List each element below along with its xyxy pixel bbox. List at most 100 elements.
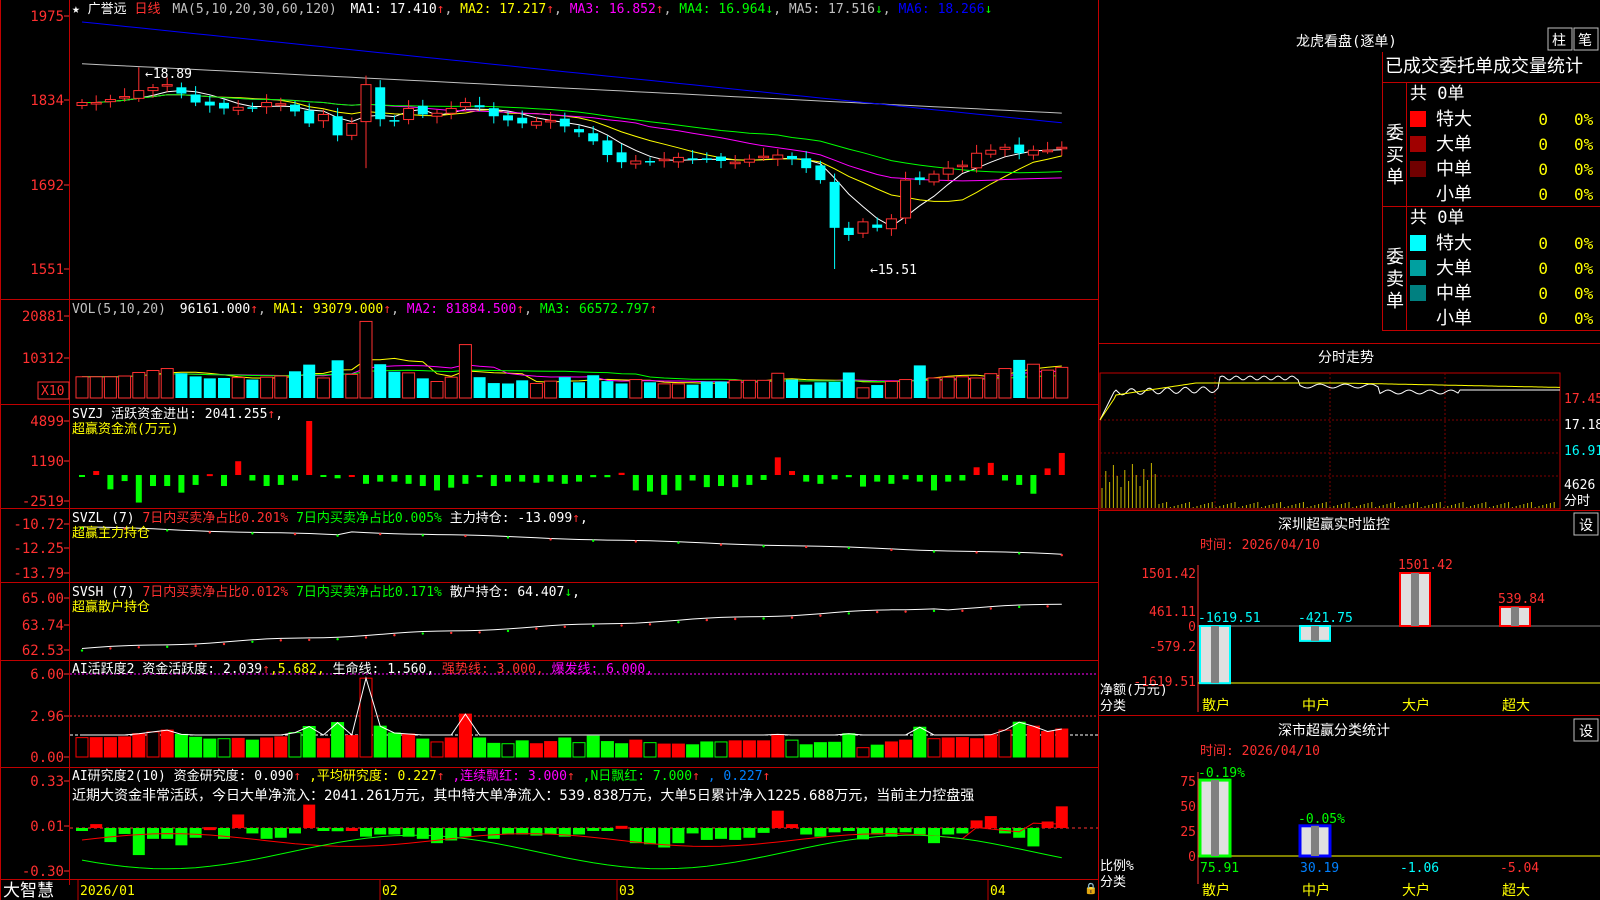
candle-body[interactable] bbox=[971, 152, 983, 169]
fund-flow-bar[interactable] bbox=[249, 475, 256, 481]
activity-bar[interactable] bbox=[558, 737, 572, 758]
activity-bar[interactable] bbox=[231, 737, 245, 758]
candle-body[interactable] bbox=[999, 146, 1011, 150]
fund-flow-bar[interactable] bbox=[945, 475, 952, 482]
candle-body[interactable] bbox=[658, 158, 670, 162]
volume-bar[interactable] bbox=[742, 379, 756, 399]
volume-bar[interactable] bbox=[615, 383, 628, 398]
research-bar[interactable] bbox=[388, 828, 401, 835]
activity-bar[interactable] bbox=[1041, 731, 1055, 758]
fund-flow-bar[interactable] bbox=[689, 475, 696, 481]
volume-bar[interactable] bbox=[146, 370, 160, 399]
research-bar[interactable] bbox=[771, 810, 784, 828]
fund-flow-bar[interactable] bbox=[263, 475, 270, 487]
research-bar[interactable] bbox=[828, 828, 841, 833]
research-bar[interactable] bbox=[700, 828, 713, 840]
volume-bar[interactable] bbox=[189, 376, 202, 398]
activity-bar[interactable] bbox=[984, 734, 998, 758]
fund-flow-bar[interactable] bbox=[675, 475, 682, 491]
ai-activity-bars[interactable] bbox=[70, 673, 1098, 758]
fund-flow-bar[interactable] bbox=[760, 475, 767, 480]
ai-research-bars[interactable] bbox=[70, 804, 1098, 870]
candle-body[interactable] bbox=[1056, 146, 1068, 150]
candle-body[interactable] bbox=[261, 102, 273, 108]
activity-bar[interactable] bbox=[884, 741, 898, 758]
candle-body[interactable] bbox=[900, 179, 912, 219]
candle-body[interactable] bbox=[346, 122, 358, 136]
fund-flow-bar[interactable] bbox=[703, 475, 710, 488]
fund-flow-bar[interactable] bbox=[221, 475, 227, 487]
fund-flow-bar[interactable] bbox=[632, 475, 639, 491]
volume-bar[interactable] bbox=[1026, 363, 1040, 399]
candle-body[interactable] bbox=[815, 165, 826, 181]
activity-bar[interactable] bbox=[870, 744, 884, 758]
activity-bar[interactable] bbox=[899, 739, 913, 758]
volume-bar[interactable] bbox=[359, 320, 373, 399]
volume-bar[interactable] bbox=[487, 383, 500, 398]
volume-bar[interactable] bbox=[814, 382, 827, 398]
candle-body[interactable] bbox=[602, 140, 613, 156]
volume-bar[interactable] bbox=[671, 383, 685, 399]
volume-bar[interactable] bbox=[686, 384, 699, 398]
fund-flow-bar[interactable] bbox=[164, 475, 171, 487]
candle-body[interactable] bbox=[403, 107, 415, 121]
activity-bar[interactable] bbox=[217, 738, 231, 758]
intraday-chart[interactable]: 17.45 17.18 16.91 4626分时 bbox=[1099, 372, 1600, 510]
activity-bar[interactable] bbox=[316, 738, 330, 758]
candle-body[interactable] bbox=[332, 116, 343, 136]
volume-bar[interactable] bbox=[175, 373, 188, 398]
volume-bar[interactable] bbox=[529, 382, 543, 399]
volume-bar[interactable] bbox=[913, 365, 926, 398]
activity-bar[interactable] bbox=[1055, 728, 1069, 758]
fund-flow-bar[interactable] bbox=[916, 475, 923, 482]
activity-bar[interactable] bbox=[288, 732, 302, 758]
svzj-bars[interactable] bbox=[79, 421, 1065, 503]
candle-body[interactable] bbox=[843, 227, 854, 235]
activity-bar[interactable] bbox=[359, 677, 373, 758]
candle-body[interactable] bbox=[474, 105, 485, 108]
fund-flow-bar[interactable] bbox=[547, 475, 554, 482]
volume-bar[interactable] bbox=[231, 377, 245, 399]
fund-flow-bar[interactable] bbox=[206, 474, 213, 477]
research-bar[interactable] bbox=[686, 828, 699, 834]
volume-bar[interactable] bbox=[644, 382, 656, 398]
research-bar[interactable] bbox=[175, 828, 188, 846]
activity-bar[interactable] bbox=[671, 743, 685, 758]
volume-bar[interactable] bbox=[871, 385, 884, 398]
candle-body[interactable] bbox=[76, 102, 88, 107]
fund-flow-bar[interactable] bbox=[576, 475, 582, 482]
activity-bar[interactable] bbox=[828, 741, 842, 758]
candle-body[interactable] bbox=[389, 120, 400, 122]
lock-icon[interactable]: 🔒 bbox=[1084, 882, 1098, 895]
research-bar[interactable] bbox=[203, 827, 216, 831]
candle-body[interactable] bbox=[247, 107, 258, 109]
fund-flow-bar[interactable] bbox=[789, 471, 795, 475]
fund-flow-bar[interactable] bbox=[490, 475, 497, 487]
volume-bar[interactable] bbox=[246, 379, 259, 398]
volume-bar[interactable] bbox=[786, 379, 798, 398]
fund-flow-bar[interactable] bbox=[590, 475, 597, 478]
fund-flow-bar[interactable] bbox=[306, 421, 313, 475]
activity-bar[interactable] bbox=[146, 731, 160, 758]
research-bar[interactable] bbox=[913, 828, 926, 835]
volume-bar[interactable] bbox=[587, 375, 600, 398]
fund-flow-bar[interactable] bbox=[973, 467, 980, 475]
candle-body[interactable] bbox=[104, 99, 116, 103]
research-bar[interactable] bbox=[629, 828, 642, 844]
volume-bar[interactable] bbox=[955, 376, 969, 399]
activity-bar[interactable] bbox=[89, 737, 103, 758]
fund-flow-bar[interactable] bbox=[845, 475, 852, 478]
volume-bar[interactable] bbox=[573, 382, 585, 398]
research-bar[interactable] bbox=[459, 828, 472, 837]
candle-body[interactable] bbox=[232, 106, 244, 111]
volume-bar[interactable] bbox=[856, 387, 870, 399]
candle-body[interactable] bbox=[290, 104, 300, 112]
research-bar[interactable] bbox=[104, 828, 117, 843]
volume-bar[interactable] bbox=[941, 376, 955, 399]
volume-bar[interactable] bbox=[303, 364, 316, 398]
candle-body[interactable] bbox=[787, 155, 797, 160]
fund-flow-bar[interactable] bbox=[79, 475, 85, 477]
volume-bar[interactable] bbox=[218, 377, 230, 398]
volume-bar[interactable] bbox=[331, 360, 344, 398]
activity-bar[interactable] bbox=[600, 741, 614, 758]
